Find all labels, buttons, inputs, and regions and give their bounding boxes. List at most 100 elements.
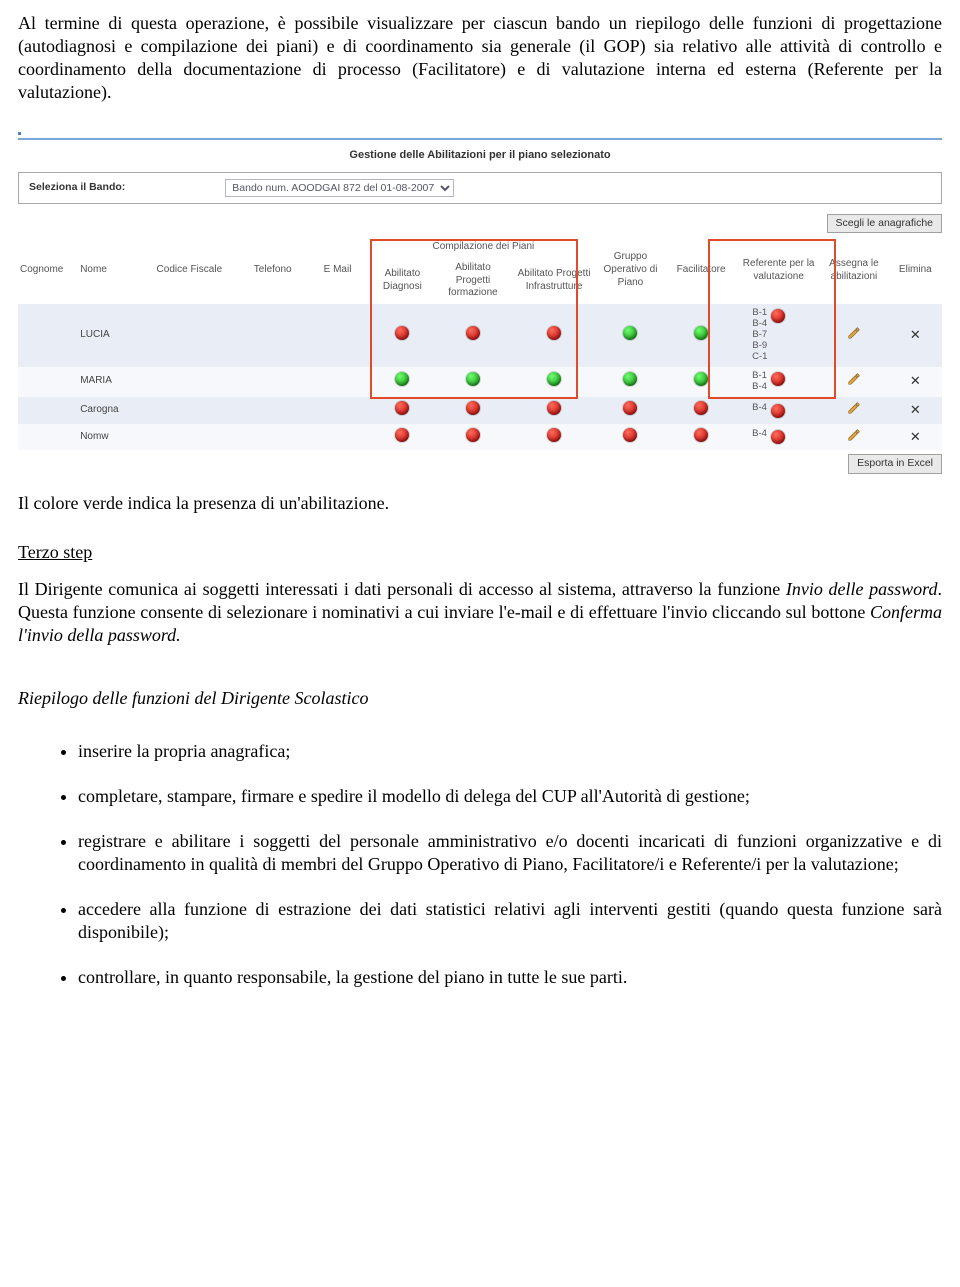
table-row: NomwB-4✕ bbox=[18, 424, 942, 451]
abilitazioni-table: Cognome Nome Codice Fiscale Telefono E M… bbox=[18, 237, 942, 450]
cell-infrastrutture bbox=[511, 304, 597, 367]
cell-cf bbox=[138, 367, 240, 397]
cell-formazione bbox=[435, 304, 511, 367]
tab-active[interactable] bbox=[18, 118, 21, 134]
cell-formazione bbox=[435, 424, 511, 451]
close-icon[interactable]: ✕ bbox=[910, 327, 921, 342]
status-dot-red[interactable] bbox=[466, 401, 480, 415]
status-dot-green[interactable] bbox=[395, 372, 409, 386]
table-row: LUCIAB-1 B-4 B-7 B-9 C-1✕ bbox=[18, 304, 942, 367]
cell-gruppo bbox=[597, 424, 664, 451]
cell-referente: B-4 bbox=[738, 424, 819, 451]
th-gruppo: Gruppo Operativo di Piano bbox=[597, 237, 664, 304]
app-tabbar bbox=[18, 118, 942, 139]
status-dot-red[interactable] bbox=[395, 326, 409, 340]
status-dot-red[interactable] bbox=[623, 401, 637, 415]
cell-diagnosi bbox=[370, 304, 435, 367]
status-dot-red[interactable] bbox=[547, 326, 561, 340]
cell-cognome bbox=[18, 424, 78, 451]
cell-nome: MARIA bbox=[78, 367, 138, 397]
cell-elimina: ✕ bbox=[889, 367, 942, 397]
th-ab-diagnosi: Abilitato Diagnosi bbox=[370, 258, 435, 304]
cell-infrastrutture bbox=[511, 367, 597, 397]
th-facilitatore: Facilitatore bbox=[664, 237, 738, 304]
status-dot-red[interactable] bbox=[547, 401, 561, 415]
th-ab-formazione: Abilitato Progetti formazione bbox=[435, 258, 511, 304]
status-dot-red[interactable] bbox=[395, 401, 409, 415]
list-item: accedere alla funzione di estrazione dei… bbox=[78, 898, 942, 944]
list-item: registrare e abilitare i soggetti del pe… bbox=[78, 830, 942, 876]
cell-cognome bbox=[18, 397, 78, 424]
cell-cf bbox=[138, 304, 240, 367]
status-dot-red[interactable] bbox=[694, 428, 708, 442]
status-dot-green[interactable] bbox=[547, 372, 561, 386]
list-item: controllare, in quanto responsabile, la … bbox=[78, 966, 942, 989]
cell-email bbox=[305, 367, 370, 397]
close-icon[interactable]: ✕ bbox=[910, 429, 921, 444]
cell-facilitatore bbox=[664, 367, 738, 397]
status-dot-green[interactable] bbox=[694, 372, 708, 386]
th-telefono: Telefono bbox=[240, 237, 305, 304]
pencil-icon[interactable] bbox=[847, 378, 861, 389]
cell-telefono bbox=[240, 397, 305, 424]
app-screenshot: Gestione delle Abilitazioni per il piano… bbox=[18, 118, 942, 474]
intro-paragraph: Al termine di questa operazione, è possi… bbox=[18, 12, 942, 104]
bando-selector-row: Seleziona il Bando: Bando num. AOODGAI 8… bbox=[18, 172, 942, 204]
esporta-excel-button[interactable]: Esporta in Excel bbox=[848, 454, 942, 473]
th-assegna: Assegna le abilitazioni bbox=[819, 237, 888, 304]
cell-referente: B-4 bbox=[738, 397, 819, 424]
th-cf: Codice Fiscale bbox=[138, 237, 240, 304]
terzo-step-label: Terzo step bbox=[18, 542, 92, 562]
th-cognome: Cognome bbox=[18, 237, 78, 304]
riepilogo-list: inserire la propria anagrafica; completa… bbox=[18, 740, 942, 989]
bando-select[interactable]: Bando num. AOODGAI 872 del 01-08-2007 bbox=[225, 179, 454, 197]
status-dot-green[interactable] bbox=[466, 372, 480, 386]
status-dot-red[interactable] bbox=[771, 404, 785, 418]
riepilogo-title: Riepilogo delle funzioni del Dirigente S… bbox=[18, 687, 942, 710]
pencil-icon[interactable] bbox=[847, 332, 861, 343]
cell-email bbox=[305, 304, 370, 367]
cell-nome: LUCIA bbox=[78, 304, 138, 367]
bando-label: Seleziona il Bando: bbox=[29, 181, 125, 194]
status-dot-red[interactable] bbox=[771, 430, 785, 444]
status-dot-green[interactable] bbox=[694, 326, 708, 340]
cell-facilitatore bbox=[664, 397, 738, 424]
cell-formazione bbox=[435, 397, 511, 424]
pencil-icon[interactable] bbox=[847, 407, 861, 418]
status-dot-green[interactable] bbox=[623, 372, 637, 386]
status-dot-red[interactable] bbox=[623, 428, 637, 442]
cell-cognome bbox=[18, 367, 78, 397]
cell-infrastrutture bbox=[511, 397, 597, 424]
status-dot-red[interactable] bbox=[395, 428, 409, 442]
cell-formazione bbox=[435, 367, 511, 397]
close-icon[interactable]: ✕ bbox=[910, 402, 921, 417]
scegli-anagrafiche-button[interactable]: Scegli le anagrafiche bbox=[827, 214, 942, 233]
cell-cf bbox=[138, 397, 240, 424]
cell-diagnosi bbox=[370, 397, 435, 424]
cell-elimina: ✕ bbox=[889, 424, 942, 451]
cell-elimina: ✕ bbox=[889, 304, 942, 367]
cell-assegna bbox=[819, 367, 888, 397]
cell-telefono bbox=[240, 367, 305, 397]
status-dot-red[interactable] bbox=[466, 326, 480, 340]
list-item: completare, stampare, firmare e spedire … bbox=[78, 785, 942, 808]
cell-gruppo bbox=[597, 397, 664, 424]
cell-diagnosi bbox=[370, 367, 435, 397]
status-dot-green[interactable] bbox=[623, 326, 637, 340]
status-dot-red[interactable] bbox=[694, 401, 708, 415]
status-dot-red[interactable] bbox=[771, 372, 785, 386]
cell-telefono bbox=[240, 424, 305, 451]
cell-facilitatore bbox=[664, 304, 738, 367]
status-dot-red[interactable] bbox=[547, 428, 561, 442]
th-referente: Referente per la valutazione bbox=[738, 237, 819, 304]
status-dot-red[interactable] bbox=[771, 309, 785, 323]
pencil-icon[interactable] bbox=[847, 434, 861, 445]
cell-email bbox=[305, 424, 370, 451]
cell-assegna bbox=[819, 304, 888, 367]
cell-gruppo bbox=[597, 367, 664, 397]
table-row: CarognaB-4✕ bbox=[18, 397, 942, 424]
th-elimina: Elimina bbox=[889, 237, 942, 304]
close-icon[interactable]: ✕ bbox=[910, 373, 921, 388]
th-compilazione: Compilazione dei Piani bbox=[370, 237, 597, 258]
status-dot-red[interactable] bbox=[466, 428, 480, 442]
